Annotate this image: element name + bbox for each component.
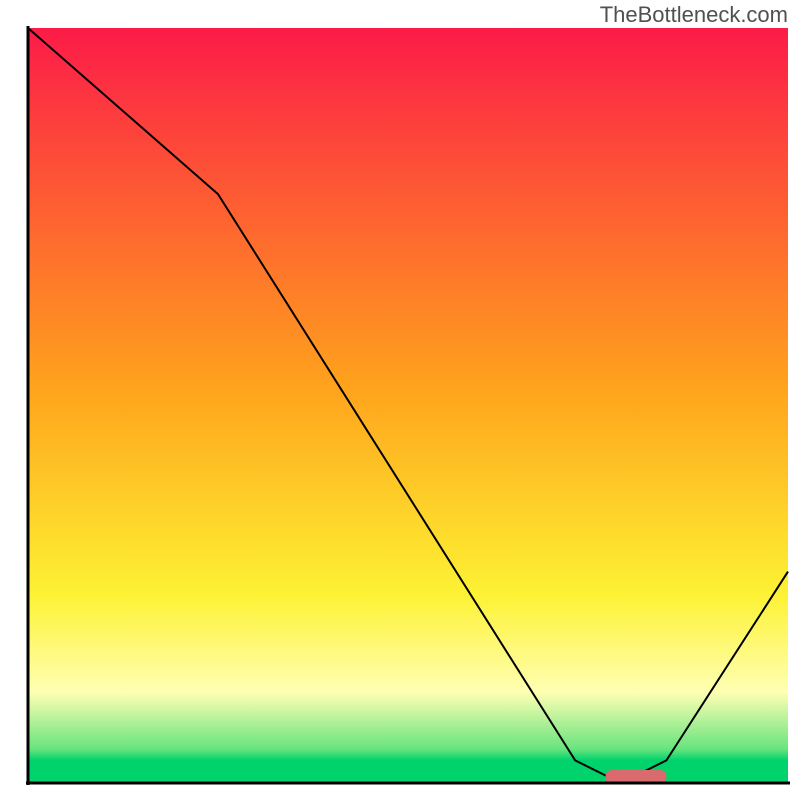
chart-container: TheBottleneck.com <box>0 0 800 800</box>
attribution-label: TheBottleneck.com <box>600 2 788 28</box>
gradient-background <box>28 28 788 783</box>
bottleneck-chart <box>0 0 800 800</box>
plot-area <box>26 26 790 785</box>
